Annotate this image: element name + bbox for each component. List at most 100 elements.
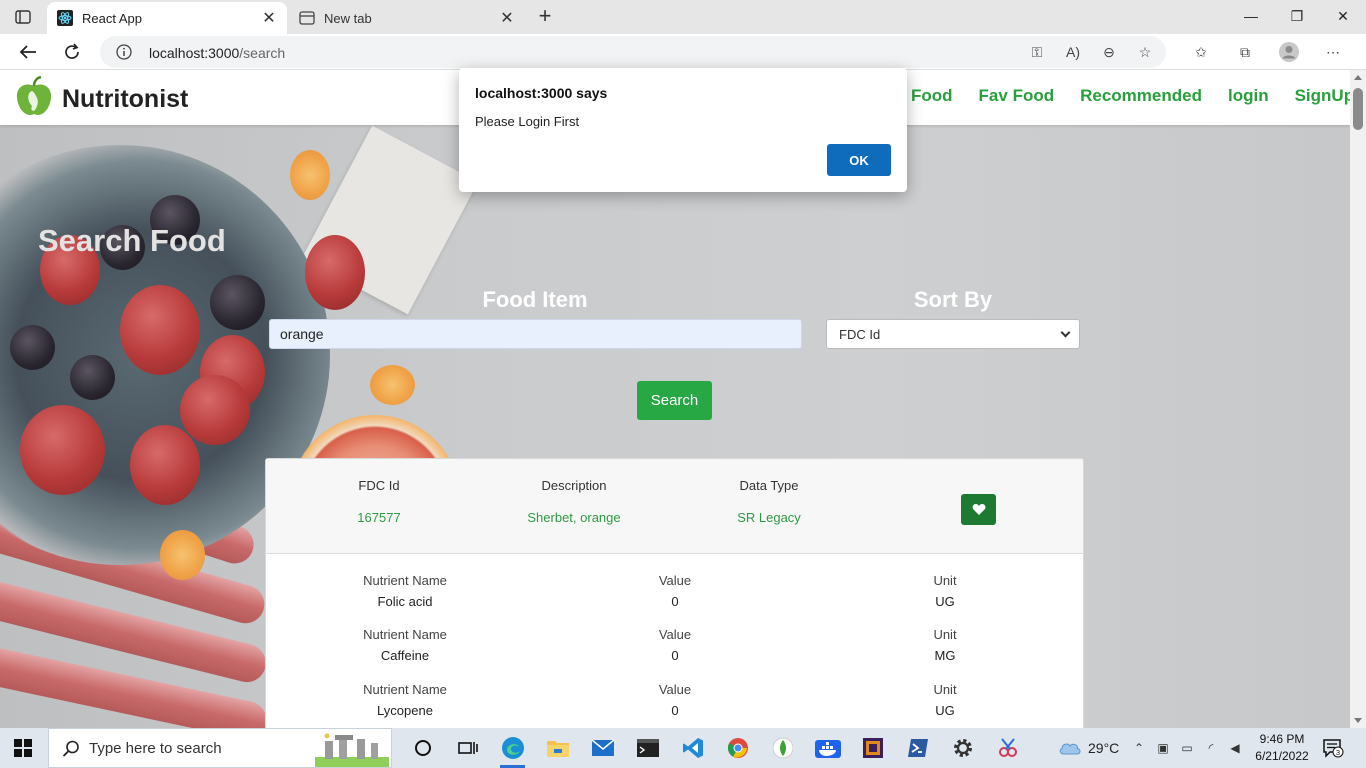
edge-browser-icon[interactable]	[490, 728, 535, 768]
nutrient-unit: UG	[935, 703, 955, 718]
taskbar-search-box[interactable]: Type here to search	[48, 728, 392, 768]
meet-now-icon[interactable]: ▣	[1156, 740, 1170, 756]
nutrient-row: Nutrient Name Caffeine Value 0 Unit MG	[266, 627, 1083, 677]
description-column: Description Sherbet, orange	[494, 478, 654, 525]
system-clock[interactable]: 9:46 PM 6/21/2022	[1252, 731, 1312, 765]
alert-dialog: localhost:3000 says Please Login First O…	[459, 68, 907, 192]
nav-link-login[interactable]: login	[1228, 86, 1269, 106]
mail-icon[interactable]	[580, 728, 625, 768]
cortana-icon[interactable]	[400, 728, 445, 768]
terminal-icon[interactable]	[625, 728, 670, 768]
notification-center-icon[interactable]: 3	[1322, 738, 1344, 758]
temperature: 29°C	[1088, 740, 1120, 756]
clock-date: 6/21/2022	[1255, 749, 1309, 763]
value-header: Value	[658, 682, 692, 697]
sort-by-select[interactable]: FDC Id	[826, 319, 1080, 349]
stonehenge-search-highlight-icon	[315, 731, 389, 768]
more-options-icon[interactable]: ⋯	[1322, 42, 1344, 62]
cheat-engine-icon[interactable]	[850, 728, 895, 768]
zoom-out-icon[interactable]: ⊖	[1098, 42, 1120, 62]
browser-toolbar: localhost:3000/search ⚿ A) ⊖ ☆ ✩ ⧉ ⋯	[0, 34, 1366, 70]
scroll-thumb[interactable]	[1353, 88, 1363, 130]
vscode-icon[interactable]	[670, 728, 715, 768]
tab-title: New tab	[324, 10, 372, 26]
nav-link-signup[interactable]: SignUp	[1295, 86, 1350, 106]
page-title: Search Food	[38, 223, 226, 258]
close-tab-icon[interactable]: ✕	[499, 8, 515, 28]
scroll-up-icon[interactable]	[1354, 75, 1362, 80]
wifi-icon[interactable]: ◜	[1204, 740, 1218, 756]
mongodb-icon[interactable]	[760, 728, 805, 768]
nutrient-name-header: Nutrient Name	[363, 682, 447, 697]
restore-icon[interactable]: ❐	[1274, 0, 1320, 32]
nutrient-unit: MG	[934, 648, 956, 663]
dialog-ok-button[interactable]: OK	[827, 144, 891, 176]
windows-start-icon[interactable]	[14, 739, 32, 760]
add-favorite-icon[interactable]: ☆	[1134, 42, 1156, 62]
collections-icon[interactable]: ⧉	[1234, 42, 1256, 62]
new-tab-page-icon	[299, 10, 315, 26]
description-header: Description	[541, 478, 607, 493]
fdc-id-header: FDC Id	[358, 478, 400, 493]
read-aloud-icon[interactable]: A)	[1062, 42, 1084, 62]
dialog-origin: localhost:3000 says	[475, 85, 608, 101]
docker-icon[interactable]	[805, 728, 850, 768]
settings-gear-icon[interactable]	[940, 728, 985, 768]
taskbar-apps	[400, 728, 1030, 768]
battery-icon[interactable]: ▭	[1180, 740, 1194, 756]
brand[interactable]: Nutritonist	[12, 75, 189, 123]
profile-avatar-icon[interactable]	[1278, 42, 1300, 62]
react-icon	[57, 10, 73, 26]
fdc-id-value: 167577	[357, 510, 401, 525]
close-tab-icon[interactable]: ✕	[261, 8, 277, 28]
tab-title: React App	[82, 10, 142, 26]
heart-icon	[972, 504, 985, 515]
favorites-icon[interactable]: ✩	[1190, 42, 1212, 62]
nutrient-value: 0	[671, 703, 679, 718]
key-icon[interactable]: ⚿	[1026, 42, 1048, 62]
nav-link-food[interactable]: Food	[911, 86, 953, 106]
nutrient-name-header: Nutrient Name	[363, 627, 447, 642]
description-value: Sherbet, orange	[527, 510, 621, 525]
weather-widget[interactable]: 29°C	[1058, 728, 1119, 768]
chevron-down-icon	[1060, 327, 1071, 338]
close-window-icon[interactable]: ✕	[1320, 0, 1366, 32]
food-search-input[interactable]	[269, 319, 802, 349]
nutrient-value: 0	[671, 594, 679, 609]
volume-icon[interactable]: ◀	[1228, 740, 1242, 756]
url-path: /search	[239, 45, 286, 61]
nutrient-name: Lycopene	[377, 703, 433, 718]
back-arrow-icon[interactable]	[14, 38, 42, 66]
brand-name: Nutritonist	[62, 85, 189, 113]
scroll-down-icon[interactable]	[1354, 718, 1362, 723]
task-view-icon[interactable]	[445, 728, 490, 768]
chrome-icon[interactable]	[715, 728, 760, 768]
minimize-icon[interactable]: —	[1228, 0, 1274, 32]
snipping-tool-icon[interactable]	[985, 728, 1030, 768]
search-button[interactable]: Search	[637, 381, 712, 420]
nav-links: Food Fav Food Recommended login SignUp	[911, 86, 1350, 106]
nav-link-fav-food[interactable]: Fav Food	[979, 86, 1055, 106]
unit-header: Unit	[933, 573, 957, 588]
page-scrollbar[interactable]	[1350, 70, 1366, 728]
unit-header: Unit	[933, 682, 957, 697]
site-info-icon[interactable]	[116, 44, 132, 63]
taskbar-search-placeholder: Type here to search	[89, 739, 222, 757]
nutrient-row: Nutrient Name Folic acid Value 0 Unit UG	[266, 573, 1083, 623]
powershell-icon[interactable]	[895, 728, 940, 768]
fdc-id-column: FDC Id 167577	[329, 478, 429, 525]
data-type-column: Data Type SR Legacy	[709, 478, 829, 525]
new-tab-plus-icon[interactable]: +	[531, 4, 559, 30]
unit-header: Unit	[933, 627, 957, 642]
nutrient-value: 0	[671, 648, 679, 663]
address-bar[interactable]: localhost:3000/search ⚿ A) ⊖ ☆	[100, 36, 1166, 68]
tab-new-tab[interactable]: New tab ✕	[289, 2, 525, 34]
nav-link-recommended[interactable]: Recommended	[1080, 86, 1202, 106]
refresh-icon[interactable]	[58, 38, 86, 66]
file-explorer-icon[interactable]	[535, 728, 580, 768]
tab-actions-icon[interactable]	[10, 7, 36, 27]
nutrient-unit: UG	[935, 594, 955, 609]
add-favorite-button[interactable]	[961, 494, 996, 525]
tab-react-app[interactable]: React App ✕	[47, 2, 287, 34]
chevron-up-icon[interactable]: ⌃	[1132, 740, 1146, 756]
